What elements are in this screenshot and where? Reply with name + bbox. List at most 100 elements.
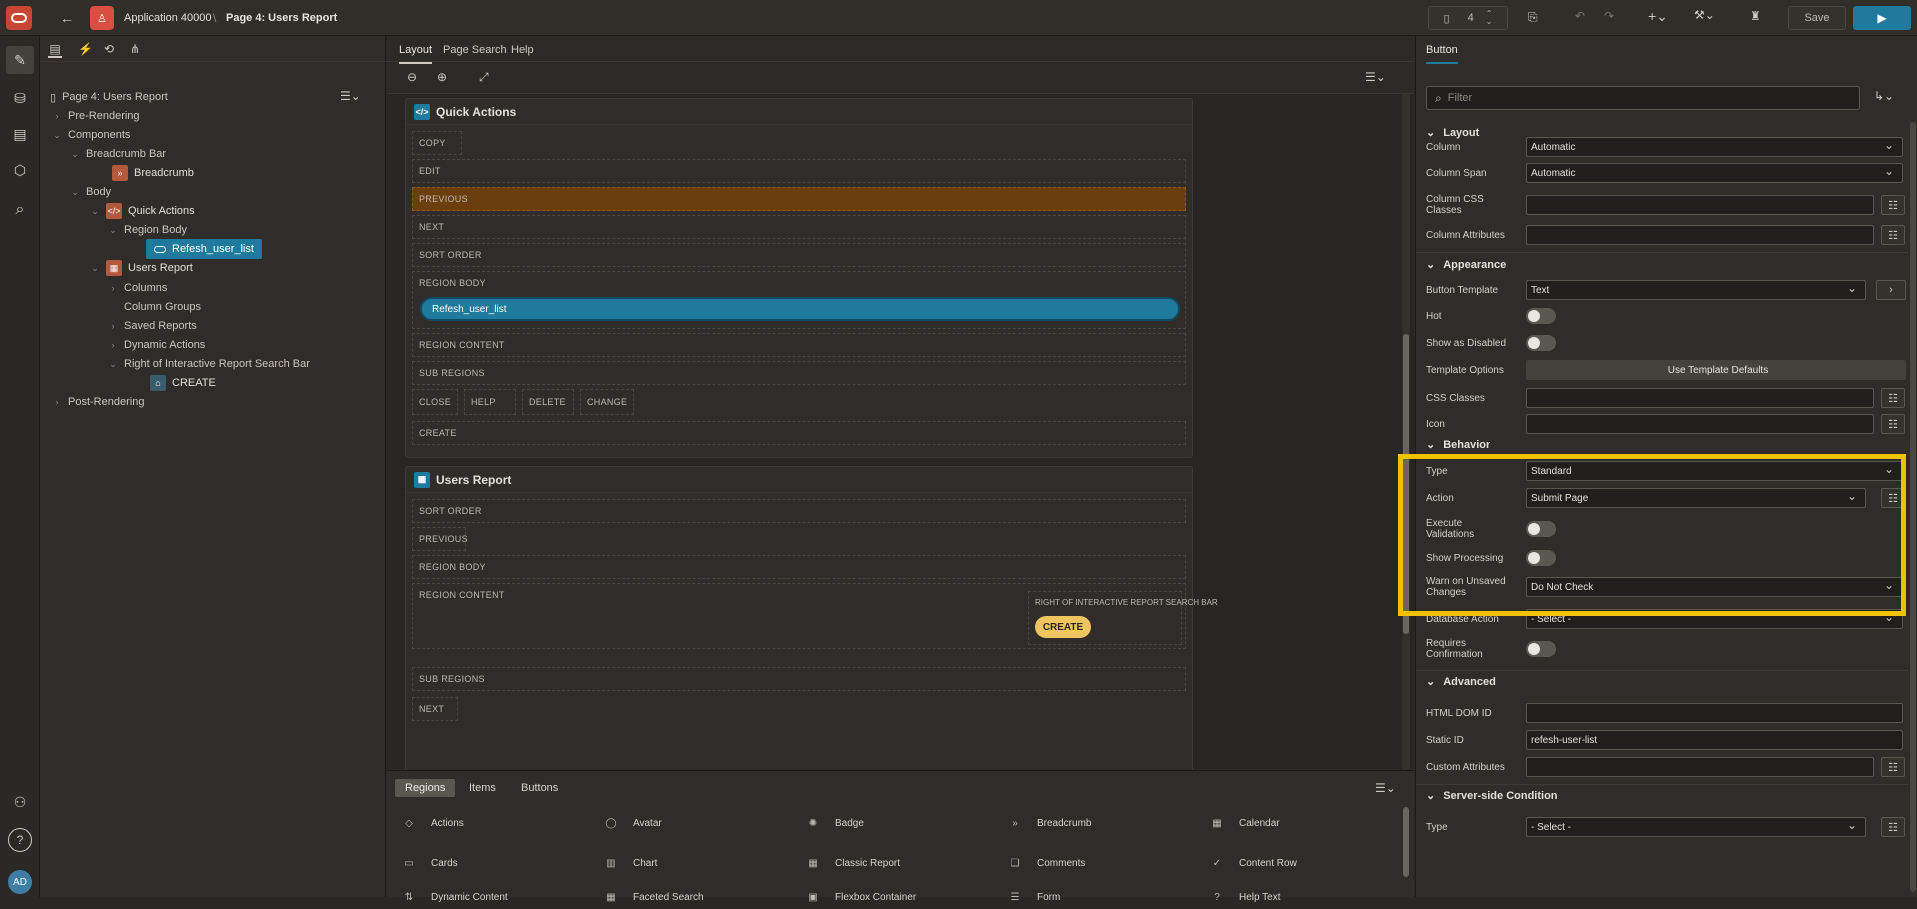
oracle-logo[interactable] — [6, 6, 32, 30]
slot-sub-regions[interactable]: SUB REGIONS — [412, 361, 1186, 385]
processing-tab-icon[interactable]: ⟲ — [104, 42, 114, 56]
column-attributes-input[interactable] — [1526, 225, 1874, 245]
tree-root[interactable]: ▯ Page 4: Users Report — [50, 87, 168, 107]
gallery-tab-regions[interactable]: Regions — [395, 779, 456, 797]
chevron-down-icon[interactable]: ⌄ — [52, 130, 62, 141]
gallery-menu-icon[interactable]: ☰⌄ — [1375, 781, 1396, 795]
list-icon[interactable]: ☷ — [1881, 225, 1905, 245]
slot-delete[interactable]: DELETE — [522, 389, 574, 415]
icon-input[interactable] — [1526, 414, 1874, 434]
slot-next[interactable]: NEXT — [412, 215, 1186, 239]
gallery-item-flexbox-container[interactable]: ▣ Flexbox Container — [801, 885, 916, 909]
column-css-input[interactable] — [1526, 195, 1874, 215]
chevron-down-icon[interactable]: ⌄ — [90, 206, 100, 217]
list-icon[interactable]: ☷ — [1881, 388, 1905, 408]
app-title[interactable]: Application 40000 — [124, 12, 211, 24]
gallery-scrollbar[interactable] — [1403, 807, 1409, 877]
go-to-group-icon[interactable]: ↳⌄ — [1874, 89, 1894, 103]
lock-icon[interactable]: ⎘ — [1528, 10, 1538, 25]
group-server-side-condition[interactable]: ⌄ Server-side Condition — [1426, 789, 1558, 803]
chevron-down-icon[interactable]: ⌄ — [108, 225, 118, 236]
template-options-button[interactable]: Use Template Defaults — [1526, 360, 1906, 380]
warn-unsaved-select[interactable]: Do Not Check — [1526, 577, 1903, 597]
slot-region-content[interactable]: REGION CONTENT — [412, 333, 1186, 357]
tree-item-refesh-user-list[interactable]: Refesh_user_list — [146, 239, 262, 259]
gallery-item-content-row[interactable]: ✓ Content Row — [1205, 851, 1297, 875]
chevron-down-icon[interactable]: ⌄ — [1426, 438, 1435, 451]
group-behavior[interactable]: ⌄ Behavior — [1426, 438, 1490, 452]
list-icon[interactable]: ☷ — [1881, 195, 1905, 215]
requires-confirmation-toggle[interactable] — [1526, 641, 1556, 657]
region-users-report[interactable]: ▦ Users Report SORT ORDER PREVIOUS REGION… — [405, 466, 1218, 769]
tree-item-quick-actions[interactable]: ⌄ </> Quick Actions — [90, 201, 195, 221]
html-dom-id-input[interactable] — [1526, 703, 1903, 723]
shared-components-tab-icon[interactable]: ⋔ — [130, 42, 140, 56]
slot-previous[interactable]: PREVIOUS — [412, 187, 1186, 211]
database-action-select[interactable]: - Select - — [1526, 609, 1903, 629]
gallery-item-faceted-search[interactable]: ▦ Faceted Search — [599, 885, 703, 909]
tree-item-breadcrumb[interactable]: » Breadcrumb — [112, 163, 194, 183]
region-quick-actions[interactable]: </> Quick Actions COPY EDIT PREVIOUS NEXT… — [405, 98, 1193, 458]
slot-next[interactable]: NEXT — [412, 697, 458, 721]
list-icon[interactable]: ☷ — [1881, 414, 1905, 434]
button-template-select[interactable]: Text — [1526, 280, 1866, 300]
tree-item-pre-rendering[interactable]: › Pre-Rendering — [52, 106, 140, 126]
chevron-down-icon[interactable]: ⌄ — [70, 187, 80, 198]
chevron-down-icon[interactable]: ⌄ — [1426, 789, 1435, 802]
gallery-item-cards[interactable]: ▭ Cards — [397, 851, 457, 875]
tree-item-post-rendering[interactable]: › Post-Rendering — [52, 392, 145, 412]
team-icon[interactable]: ⚇ — [6, 788, 34, 816]
chevron-down-icon[interactable]: ⌄ — [1426, 675, 1435, 688]
property-scrollbar[interactable] — [1910, 122, 1916, 892]
slot-edit[interactable]: EDIT — [412, 159, 1186, 183]
utilities-menu-icon[interactable]: ⚒⌄ — [1694, 8, 1715, 22]
chevron-right-icon[interactable]: › — [1876, 280, 1906, 300]
tree-item-right-of-ir[interactable]: ⌄ Right of Interactive Report Search Bar — [108, 354, 310, 374]
refesh-user-list-button[interactable]: Refesh_user_list — [420, 297, 1180, 321]
scrollbar-thumb[interactable] — [1403, 334, 1409, 634]
action-select[interactable]: Submit Page — [1526, 488, 1866, 508]
css-classes-input[interactable] — [1526, 388, 1874, 408]
gallery-item-classic-report[interactable]: ▦ Classic Report — [801, 851, 900, 875]
custom-attributes-input[interactable] — [1526, 757, 1874, 777]
chevron-right-icon[interactable]: › — [108, 283, 118, 293]
hot-toggle[interactable] — [1526, 308, 1556, 324]
gallery-item-dynamic-content[interactable]: ⇅ Dynamic Content — [397, 885, 508, 909]
tree-item-column-groups[interactable]: Column Groups — [124, 297, 201, 317]
chevron-down-icon[interactable]: ⌄ — [90, 263, 100, 274]
gallery-item-chart[interactable]: ▥ Chart — [599, 851, 657, 875]
chevron-right-icon[interactable]: › — [108, 321, 118, 331]
slot-sort-order[interactable]: SORT ORDER — [412, 243, 1186, 267]
spinner-icon[interactable]: ⌃ ⌄ — [1486, 10, 1493, 26]
filter-input[interactable]: ⌕ Filter — [1426, 86, 1860, 110]
list-icon[interactable]: ☷ — [1881, 488, 1905, 508]
column-span-select[interactable]: Automatic — [1526, 163, 1903, 183]
gallery-item-calendar[interactable]: ▦ Calendar — [1205, 811, 1279, 835]
save-button[interactable]: Save — [1788, 6, 1846, 30]
tree-item-components[interactable]: ⌄ Components — [52, 125, 130, 145]
gallery-tab-buttons[interactable]: Buttons — [521, 782, 558, 794]
slot-previous[interactable]: PREVIOUS — [412, 527, 468, 551]
tab-layout[interactable]: Layout — [399, 44, 433, 64]
tree-item-dynamic-actions[interactable]: › Dynamic Actions — [108, 335, 206, 355]
execute-validations-toggle[interactable] — [1526, 521, 1556, 537]
tab-page-search[interactable]: Page Search — [443, 44, 507, 56]
zoom-out-icon[interactable]: ⊖ — [407, 70, 417, 84]
tree-item-users-report[interactable]: ⌄ ▦ Users Report — [90, 258, 193, 278]
list-icon[interactable]: ☷ — [1881, 817, 1905, 837]
tree-item-region-body[interactable]: ⌄ Region Body — [108, 220, 187, 240]
slot-sort-order[interactable]: SORT ORDER — [412, 499, 1186, 523]
type-select[interactable]: Standard — [1526, 461, 1903, 481]
chevron-right-icon[interactable]: › — [108, 340, 118, 350]
show-disabled-toggle[interactable] — [1526, 335, 1556, 351]
gallery-tab-items[interactable]: Items — [469, 782, 496, 794]
tree-item-create[interactable]: ⌂ CREATE — [150, 373, 216, 393]
edit-page-icon[interactable]: ▤ — [6, 120, 34, 148]
canvas-scrollbar[interactable] — [1402, 94, 1410, 769]
show-processing-toggle[interactable] — [1526, 550, 1556, 566]
gallery-item-avatar[interactable]: ◯ Avatar — [599, 811, 661, 835]
tree-item-columns[interactable]: › Columns — [108, 278, 168, 298]
database-icon[interactable]: ⛁ — [6, 84, 34, 112]
tree-menu-icon[interactable]: ☰⌄ — [340, 89, 361, 103]
gallery-item-breadcrumb[interactable]: » Breadcrumb — [1003, 811, 1091, 835]
